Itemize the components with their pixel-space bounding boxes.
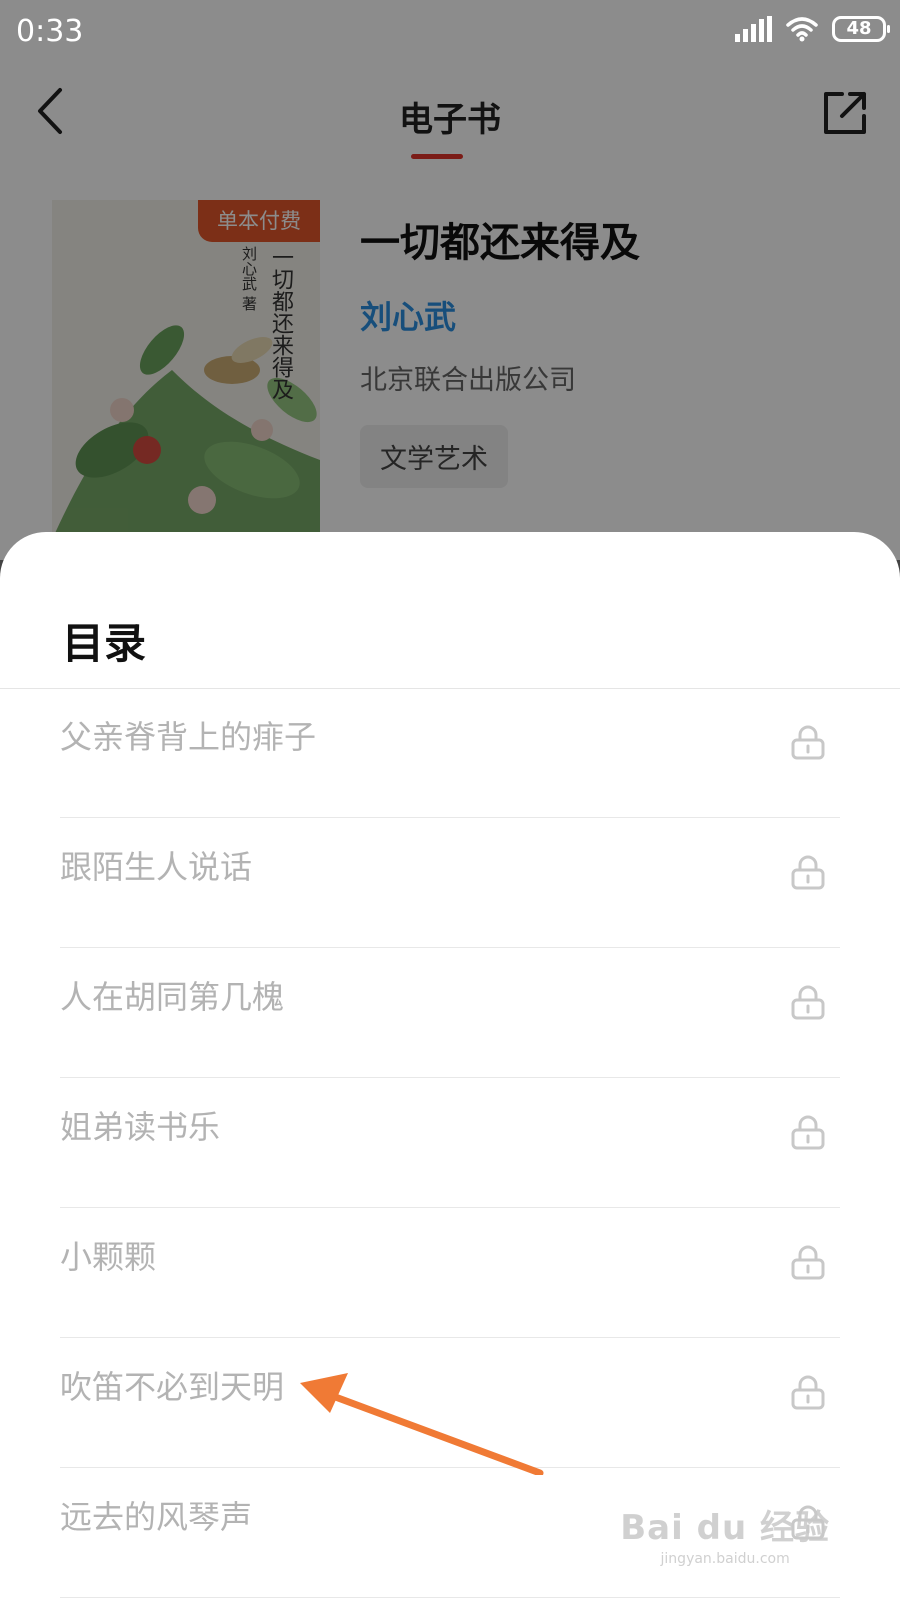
- signal-icon: [735, 16, 772, 42]
- lock-icon: [791, 1245, 825, 1280]
- chapter-title: 吹笛不必到天明: [60, 1368, 285, 1406]
- title-underline: [411, 154, 463, 159]
- book-title: 一切都还来得及: [360, 220, 640, 266]
- battery-icon: 48: [832, 16, 890, 42]
- chapter-title: 小颗颗: [60, 1238, 157, 1276]
- category-tag[interactable]: 文学艺术: [360, 425, 508, 488]
- lock-icon: [791, 855, 825, 890]
- toc-item[interactable]: 父亲脊背上的痱子: [60, 688, 840, 818]
- toc-item[interactable]: 姐弟读书乐: [60, 1078, 840, 1208]
- cover-author-vertical: 刘心武 著: [240, 246, 258, 311]
- annotation-arrow-icon: [300, 1373, 544, 1475]
- toc-title: 目录: [62, 619, 147, 668]
- book-cover[interactable]: 一切都还来得及 刘心武 著 单本付费: [52, 200, 320, 540]
- pay-badge: 单本付费: [198, 200, 320, 242]
- cover-title-vertical: 一切都还来得及: [268, 246, 293, 400]
- chapter-title: 人在胡同第几槐: [60, 978, 285, 1016]
- wifi-icon: [786, 17, 818, 42]
- chapter-title: 远去的风琴声: [60, 1498, 253, 1536]
- watermark-url: jingyan.baidu.com: [660, 1551, 790, 1567]
- chapter-title: 跟陌生人说话: [60, 848, 253, 886]
- toc-item[interactable]: 跟陌生人说话: [60, 818, 840, 948]
- status-bar: 0:33 48: [0, 0, 900, 62]
- status-icons: 48: [735, 16, 890, 42]
- watermark: Bai du 经验 jingyan.baidu.com: [620, 1500, 830, 1567]
- status-time: 0:33: [16, 14, 84, 49]
- lock-icon: [791, 1115, 825, 1150]
- book-info: 一切都还来得及 刘心武 北京联合出版公司 文学艺术: [360, 210, 640, 488]
- chapter-title: 父亲脊背上的痱子: [60, 718, 317, 756]
- lock-icon: [791, 1375, 825, 1410]
- watermark-logo: Bai du 经验: [620, 1508, 830, 1548]
- book-author-link[interactable]: 刘心武: [360, 292, 640, 338]
- top-nav: 电子书: [0, 62, 900, 172]
- chapter-title: 姐弟读书乐: [60, 1108, 221, 1146]
- toc-item[interactable]: 小颗颗: [60, 1208, 840, 1338]
- share-icon[interactable]: [820, 88, 870, 138]
- lock-icon: [791, 725, 825, 760]
- page-title: 电子书: [399, 100, 501, 140]
- book-publisher: 北京联合出版公司: [360, 365, 576, 396]
- lock-icon: [791, 985, 825, 1020]
- toc-item[interactable]: 人在胡同第几槐: [60, 948, 840, 1078]
